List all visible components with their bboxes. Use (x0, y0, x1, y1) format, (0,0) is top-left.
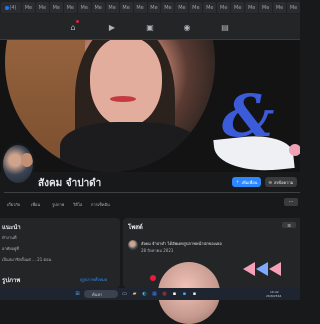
intro-title: แนะนำ (2, 224, 21, 231)
post-author-line[interactable]: สังคม จำปาดำ ได้อัพเดทรูปภาพหน้าปกของเธอ (141, 240, 222, 247)
pink-triangle-graphic (269, 262, 281, 276)
tab-friends[interactable]: เพื่อน (31, 201, 40, 208)
windows-taskbar (0, 288, 300, 300)
app-icon[interactable]: ▪ (191, 290, 198, 297)
browser-tab[interactable]: Me (273, 2, 287, 13)
browser-tab[interactable]: Me (105, 2, 119, 13)
gaming-icon[interactable]: ▤ (220, 22, 230, 32)
app-icon[interactable]: ▪ (181, 290, 188, 297)
file-explorer-icon[interactable]: ▰ (131, 290, 138, 297)
intro-work: ทำงานที่ (2, 235, 17, 240)
browser-tab[interactable]: Me (161, 2, 175, 13)
browser-tab[interactable]: Me (133, 2, 147, 13)
browser-tab-active[interactable]: (4) (1, 2, 21, 13)
see-all-photos-link[interactable]: ดูรูปภาพทั้งหมด (80, 276, 107, 283)
profile-avatar[interactable] (1, 143, 35, 185)
browser-tab[interactable]: Me (119, 2, 133, 13)
add-friend-icon: ＋ (235, 179, 240, 184)
browser-tab[interactable]: Me (175, 2, 189, 13)
blue-triangle-graphic (256, 262, 268, 276)
browser-tab[interactable]: Me (147, 2, 161, 13)
browser-tab[interactable]: Me (77, 2, 91, 13)
browser-tab[interactable]: Me (91, 2, 105, 13)
posts-filter-button[interactable]: ☰ (282, 222, 296, 228)
intro-card: แนะนำ ทำงานที่ อาศัยอยู่ที่ เป็นสมาชิกตั… (0, 218, 120, 288)
taskbar-search[interactable]: ค้นหา (84, 290, 118, 298)
windows-start-icon[interactable]: ⊞ (74, 290, 81, 297)
tab-photos[interactable]: รูปภาพ (52, 201, 64, 208)
browser-tab[interactable]: Me (217, 2, 231, 13)
profile-divider (4, 192, 300, 193)
red-heart-graphic (150, 275, 156, 281)
browser-tab[interactable]: Me (35, 2, 49, 13)
cover-photo[interactable]: & (0, 40, 300, 172)
app-icon[interactable]: ▪ (171, 290, 178, 297)
posts-title: โพสต์ (128, 224, 143, 231)
photos-title: รูปภาพ (2, 277, 21, 284)
more-tabs-button[interactable]: ··· (284, 198, 298, 206)
taskbar-clock-date[interactable]: 26/8/2564 (266, 294, 281, 298)
tab-checkins[interactable]: การเช็คอิน (91, 201, 110, 208)
task-view-icon[interactable]: ▭ (121, 290, 128, 297)
home-icon[interactable]: ⌂ (68, 22, 78, 32)
browser-tab[interactable]: Me (21, 2, 35, 13)
browser-tab[interactable]: Me (259, 2, 273, 13)
post-author-avatar[interactable] (128, 240, 138, 250)
groups-icon[interactable]: ◉ (182, 22, 192, 32)
intro-joined: เป็นสมาชิกตั้งแต่ ... 21 ตอน (2, 257, 52, 262)
heart-graphic (289, 144, 300, 156)
intro-lives: อาศัยอยู่ที่ (2, 246, 19, 251)
edge-browser-icon[interactable]: ◐ (141, 290, 148, 297)
browser-tab[interactable]: Me (231, 2, 245, 13)
browser-tab[interactable]: Me (63, 2, 77, 13)
filter-icon: ☰ (287, 222, 291, 228)
store-icon[interactable]: ▦ (151, 290, 158, 297)
tab-about[interactable]: เกี่ยวกับ (7, 201, 20, 208)
chrome-icon[interactable]: ◍ (161, 290, 168, 297)
message-button[interactable]: ✉ ส่งข้อความ (265, 177, 297, 187)
cover-portrait-image (5, 40, 215, 172)
profile-name: สังคม จำปาดำ (38, 178, 102, 189)
browser-tab[interactable]: Me (49, 2, 63, 13)
post-date[interactable]: 28 สิงหาคม 2021 (141, 247, 173, 254)
browser-tab[interactable]: Me (287, 2, 300, 13)
messenger-icon: ✉ (268, 179, 272, 185)
white-swoosh-graphic (213, 132, 295, 172)
add-friend-button[interactable]: ＋ เพิ่มเพื่อน (232, 177, 261, 187)
facebook-top-nav: ⌂ ▶ ▣ ◉ ▤ (0, 14, 300, 40)
browser-tab[interactable]: Me (203, 2, 217, 13)
pink-triangle-graphic (243, 262, 255, 276)
browser-tab-bar: (4) Me Me Me Me Me Me Me Me Me Me Me Me … (0, 0, 300, 14)
video-icon[interactable]: ▶ (107, 22, 117, 32)
marketplace-icon[interactable]: ▣ (145, 22, 155, 32)
tab-videos[interactable]: วิดีโอ (73, 201, 82, 208)
notification-dot (76, 20, 79, 23)
browser-tab[interactable]: Me (189, 2, 203, 13)
browser-tab[interactable]: Me (245, 2, 259, 13)
